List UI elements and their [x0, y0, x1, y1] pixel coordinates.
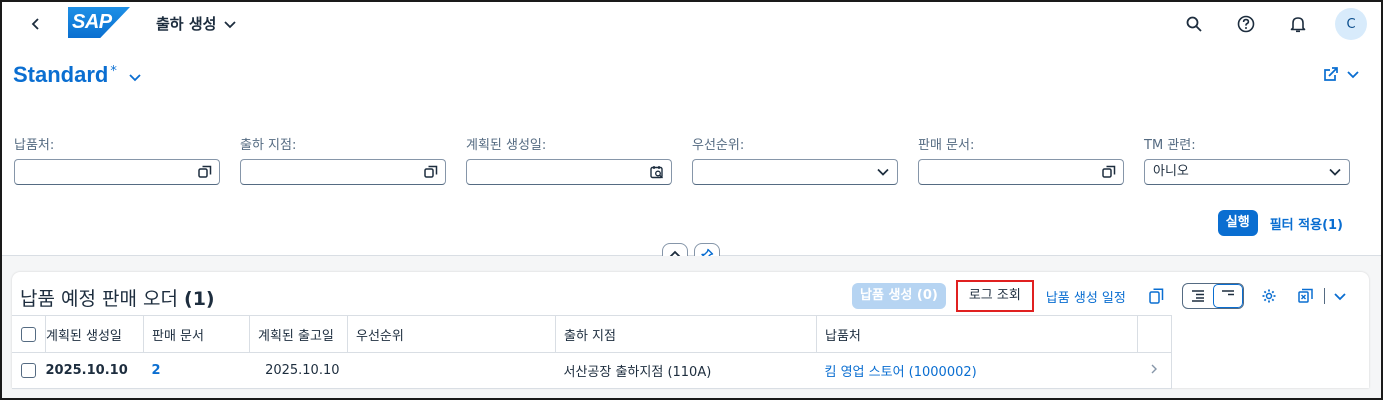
back-button[interactable]: [22, 10, 50, 38]
table-toolbar: 납품 생성 (0) 로그 조회 납품 생성 일정: [852, 280, 1353, 312]
cell-creation-date: 2025.10.10: [45, 352, 144, 389]
toolbar-separator: [1323, 288, 1325, 304]
cell-shipping-point: 서산공장 출하지점 (110A): [555, 352, 817, 389]
ship-to-input[interactable]: [14, 159, 220, 185]
value-help-icon[interactable]: [198, 165, 212, 179]
cell-priority: [347, 352, 556, 389]
calendar-icon[interactable]: [650, 165, 664, 179]
filter-priority: 우선순위:: [692, 134, 898, 185]
variant-name: Standard: [13, 62, 109, 87]
tm-relevant-value: 아니오: [1153, 164, 1189, 179]
col-shipping-point[interactable]: 출하 지점: [555, 315, 817, 353]
share-icon: [1324, 67, 1338, 81]
app-title-menu[interactable]: 출하 생성: [156, 13, 237, 34]
view-toggle: [1181, 283, 1244, 309]
chevron-right-icon: [1151, 364, 1158, 373]
row-select-cell: [12, 352, 46, 389]
cell-sales-document[interactable]: 2: [143, 352, 250, 389]
filter-shipping-point: 출하 지점:: [240, 134, 446, 185]
row-checkbox[interactable]: [21, 363, 36, 378]
filter-label: 우선순위:: [692, 138, 745, 153]
create-delivery-button[interactable]: 납품 생성 (0): [852, 283, 946, 309]
table-header-row: 계획된 생성일 판매 문서 계획된 출고일 우선순위 출하 지점 납품처: [12, 315, 1172, 353]
bell-icon: [1290, 17, 1306, 33]
filter-label: TM 관련:: [1144, 138, 1196, 153]
col-navigation: [1137, 315, 1172, 353]
chevron-down-icon: [224, 20, 237, 28]
filter-label: 판매 문서:: [918, 138, 975, 153]
select-all-checkbox[interactable]: [21, 326, 36, 342]
variant-selector[interactable]: Standard *: [13, 62, 141, 88]
go-button[interactable]: 실행: [1217, 210, 1258, 236]
collapse-rows-toggle[interactable]: [1212, 284, 1243, 308]
table-count: (1): [184, 288, 215, 310]
priority-select[interactable]: [692, 159, 898, 185]
gear-icon: [1262, 289, 1276, 303]
delivery-schedule-button[interactable]: 납품 생성 일정: [1046, 287, 1126, 306]
col-priority[interactable]: 우선순위: [347, 315, 556, 353]
expand-rows-toggle[interactable]: [1183, 284, 1213, 308]
settings-button[interactable]: [1256, 283, 1282, 309]
select-all-cell: [12, 315, 46, 353]
chevron-down-icon: [1347, 71, 1359, 79]
col-sales-document[interactable]: 판매 문서: [143, 315, 250, 353]
row-navigation[interactable]: [1137, 352, 1172, 389]
view-log-button[interactable]: 로그 조회: [955, 280, 1034, 312]
search-button[interactable]: [1179, 9, 1209, 39]
outdent-icon: [1221, 290, 1234, 296]
table-title: 납품 예정 판매 오더 (1): [20, 288, 215, 310]
chevron-left-icon: [31, 18, 39, 30]
shell-bar: SAP 출하 생성 C: [2, 2, 1381, 46]
app-frame: SAP 출하 생성 C Standard * 납품처: 출하 지점: 계획된 생…: [0, 0, 1383, 400]
col-planned-gi-date[interactable]: 계획된 출고일: [249, 315, 348, 353]
col-ship-to[interactable]: 납품처: [816, 315, 1138, 353]
col-planned-creation-date[interactable]: 계획된 생성일: [45, 315, 144, 353]
cell-goods-issue-date: 2025.10.10: [249, 352, 348, 389]
copy-icon: [1149, 288, 1164, 304]
export-button[interactable]: [1294, 283, 1320, 309]
notifications-button[interactable]: [1283, 9, 1313, 39]
filter-label: 계획된 생성일:: [466, 138, 547, 153]
help-button[interactable]: [1231, 9, 1261, 39]
chevron-down-icon[interactable]: [876, 165, 890, 179]
filter-bar: 납품처: 출하 지점: 계획된 생성일: 우선순위: 판매 문서: TM 관련:…: [14, 134, 1350, 185]
export-excel-icon: [1298, 288, 1313, 303]
chevron-down-icon: [1334, 293, 1346, 301]
export-menu-button[interactable]: [1327, 283, 1353, 309]
shipping-point-input[interactable]: [240, 159, 446, 185]
indent-icon: [1191, 290, 1204, 302]
value-help-icon[interactable]: [1102, 165, 1116, 179]
filter-sales-document: 판매 문서:: [918, 134, 1124, 185]
user-avatar[interactable]: C: [1335, 8, 1367, 40]
filter-tm-relevant: TM 관련: 아니오: [1144, 134, 1350, 185]
search-icon: [1186, 16, 1202, 32]
sap-logo[interactable]: SAP: [68, 7, 130, 38]
copy-button[interactable]: [1144, 283, 1170, 309]
filter-label: 출하 지점:: [240, 138, 297, 153]
chevron-down-icon: [129, 74, 141, 82]
app-title: 출하 생성: [156, 15, 217, 33]
variant-modified-marker: *: [110, 64, 117, 79]
cell-ship-to[interactable]: 킴 영업 스토어 (1000002): [816, 352, 1138, 389]
adapt-filters-button[interactable]: 필터 적용(1): [1270, 214, 1343, 233]
help-icon: [1237, 15, 1255, 33]
table-row[interactable]: 2025.10.10 2 2025.10.10 서산공장 출하지점 (110A)…: [12, 352, 1172, 389]
filter-ship-to: 납품처:: [14, 134, 220, 185]
share-button[interactable]: [1323, 66, 1359, 82]
sales-document-input[interactable]: [918, 159, 1124, 185]
chevron-down-icon[interactable]: [1328, 165, 1342, 179]
value-help-icon[interactable]: [424, 165, 438, 179]
planned-creation-date-input[interactable]: [466, 159, 672, 185]
sales-orders-table: 계획된 생성일 판매 문서 계획된 출고일 우선순위 출하 지점 납품처 202…: [12, 315, 1172, 389]
filter-planned-creation-date: 계획된 생성일:: [466, 134, 672, 185]
tm-relevant-select[interactable]: 아니오: [1144, 159, 1350, 185]
filter-label: 납품처:: [14, 138, 55, 153]
